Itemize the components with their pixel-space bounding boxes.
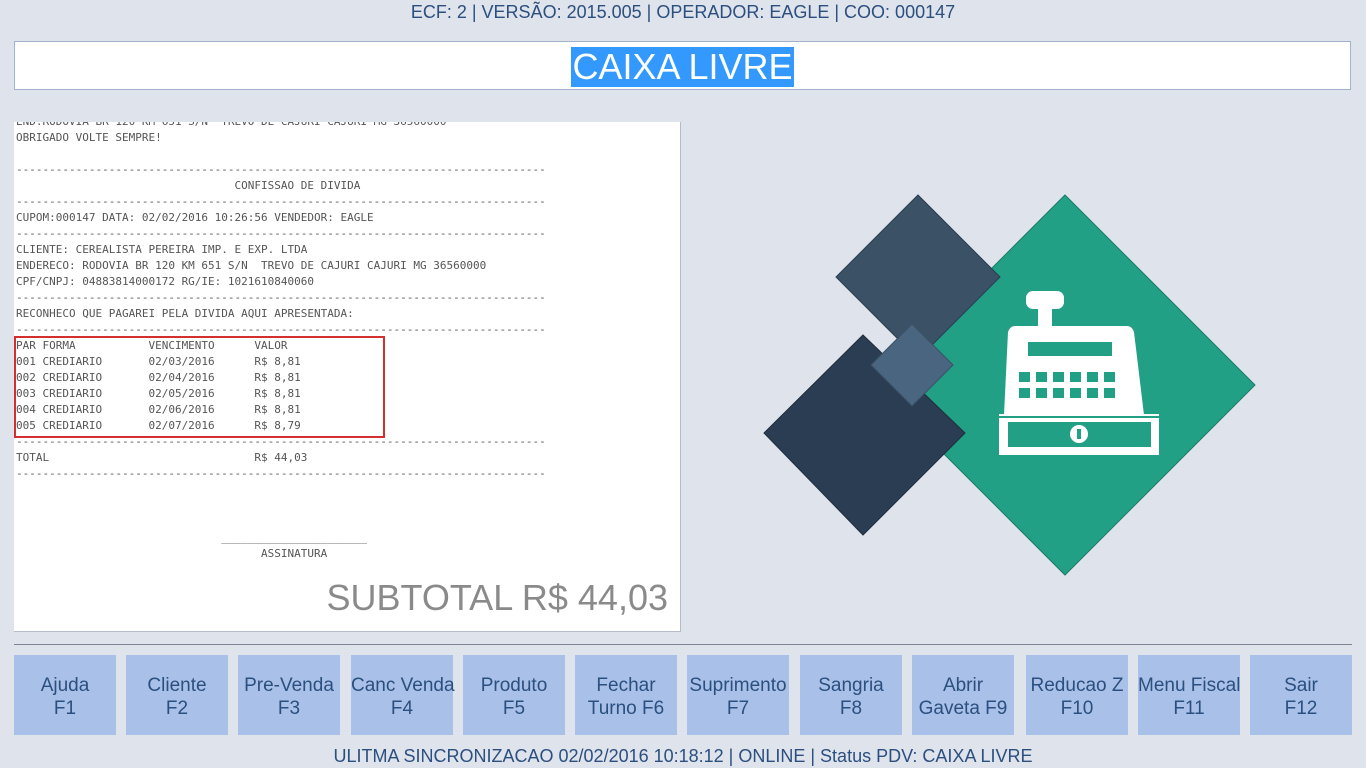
subtotal-display: SUBTOTAL R$ 44,03: [326, 577, 669, 618]
header-info: ECF: 2 | VERSÃO: 2015.005 | OPERADOR: EA…: [410, 2, 956, 22]
pdv-logo: [760, 190, 1260, 580]
footer-status: ULITMA SINCRONIZACAO 02/02/2016 10:18:12…: [333, 746, 1033, 766]
customer-button[interactable]: Cliente F2: [126, 655, 228, 735]
supply-button[interactable]: Suprimento F7: [687, 655, 789, 735]
product-button[interactable]: Produto F5: [463, 655, 565, 735]
help-button[interactable]: Ajuda F1: [14, 655, 116, 735]
open-drawer-button[interactable]: Abrir Gaveta F9: [912, 655, 1014, 735]
withdrawal-button[interactable]: Sangria F8: [800, 655, 902, 735]
z-reduction-button[interactable]: Reducao Z F10: [1026, 655, 1128, 735]
cancel-sale-button[interactable]: Canc Venda F4: [351, 655, 455, 735]
close-shift-button[interactable]: Fechar Turno F6: [575, 655, 677, 735]
status-title: CAIXA LIVRE: [571, 46, 794, 87]
divider: [14, 644, 1352, 645]
fiscal-menu-button[interactable]: Menu Fiscal F11: [1138, 655, 1240, 735]
status-display: CAIXA LIVRE: [14, 41, 1351, 90]
function-key-bar: Ajuda F1 Cliente F2 Pre-Venda F3 Canc Venda…: [14, 655, 1352, 735]
installments-highlight: [14, 336, 385, 438]
receipt-panel[interactable]: END.RODOVIA BR 120 KM 651 S/N TREVO DE C…: [14, 122, 681, 632]
pre-sale-button[interactable]: Pre-Venda F3: [238, 655, 340, 735]
exit-button[interactable]: Sair F12: [1250, 655, 1352, 735]
